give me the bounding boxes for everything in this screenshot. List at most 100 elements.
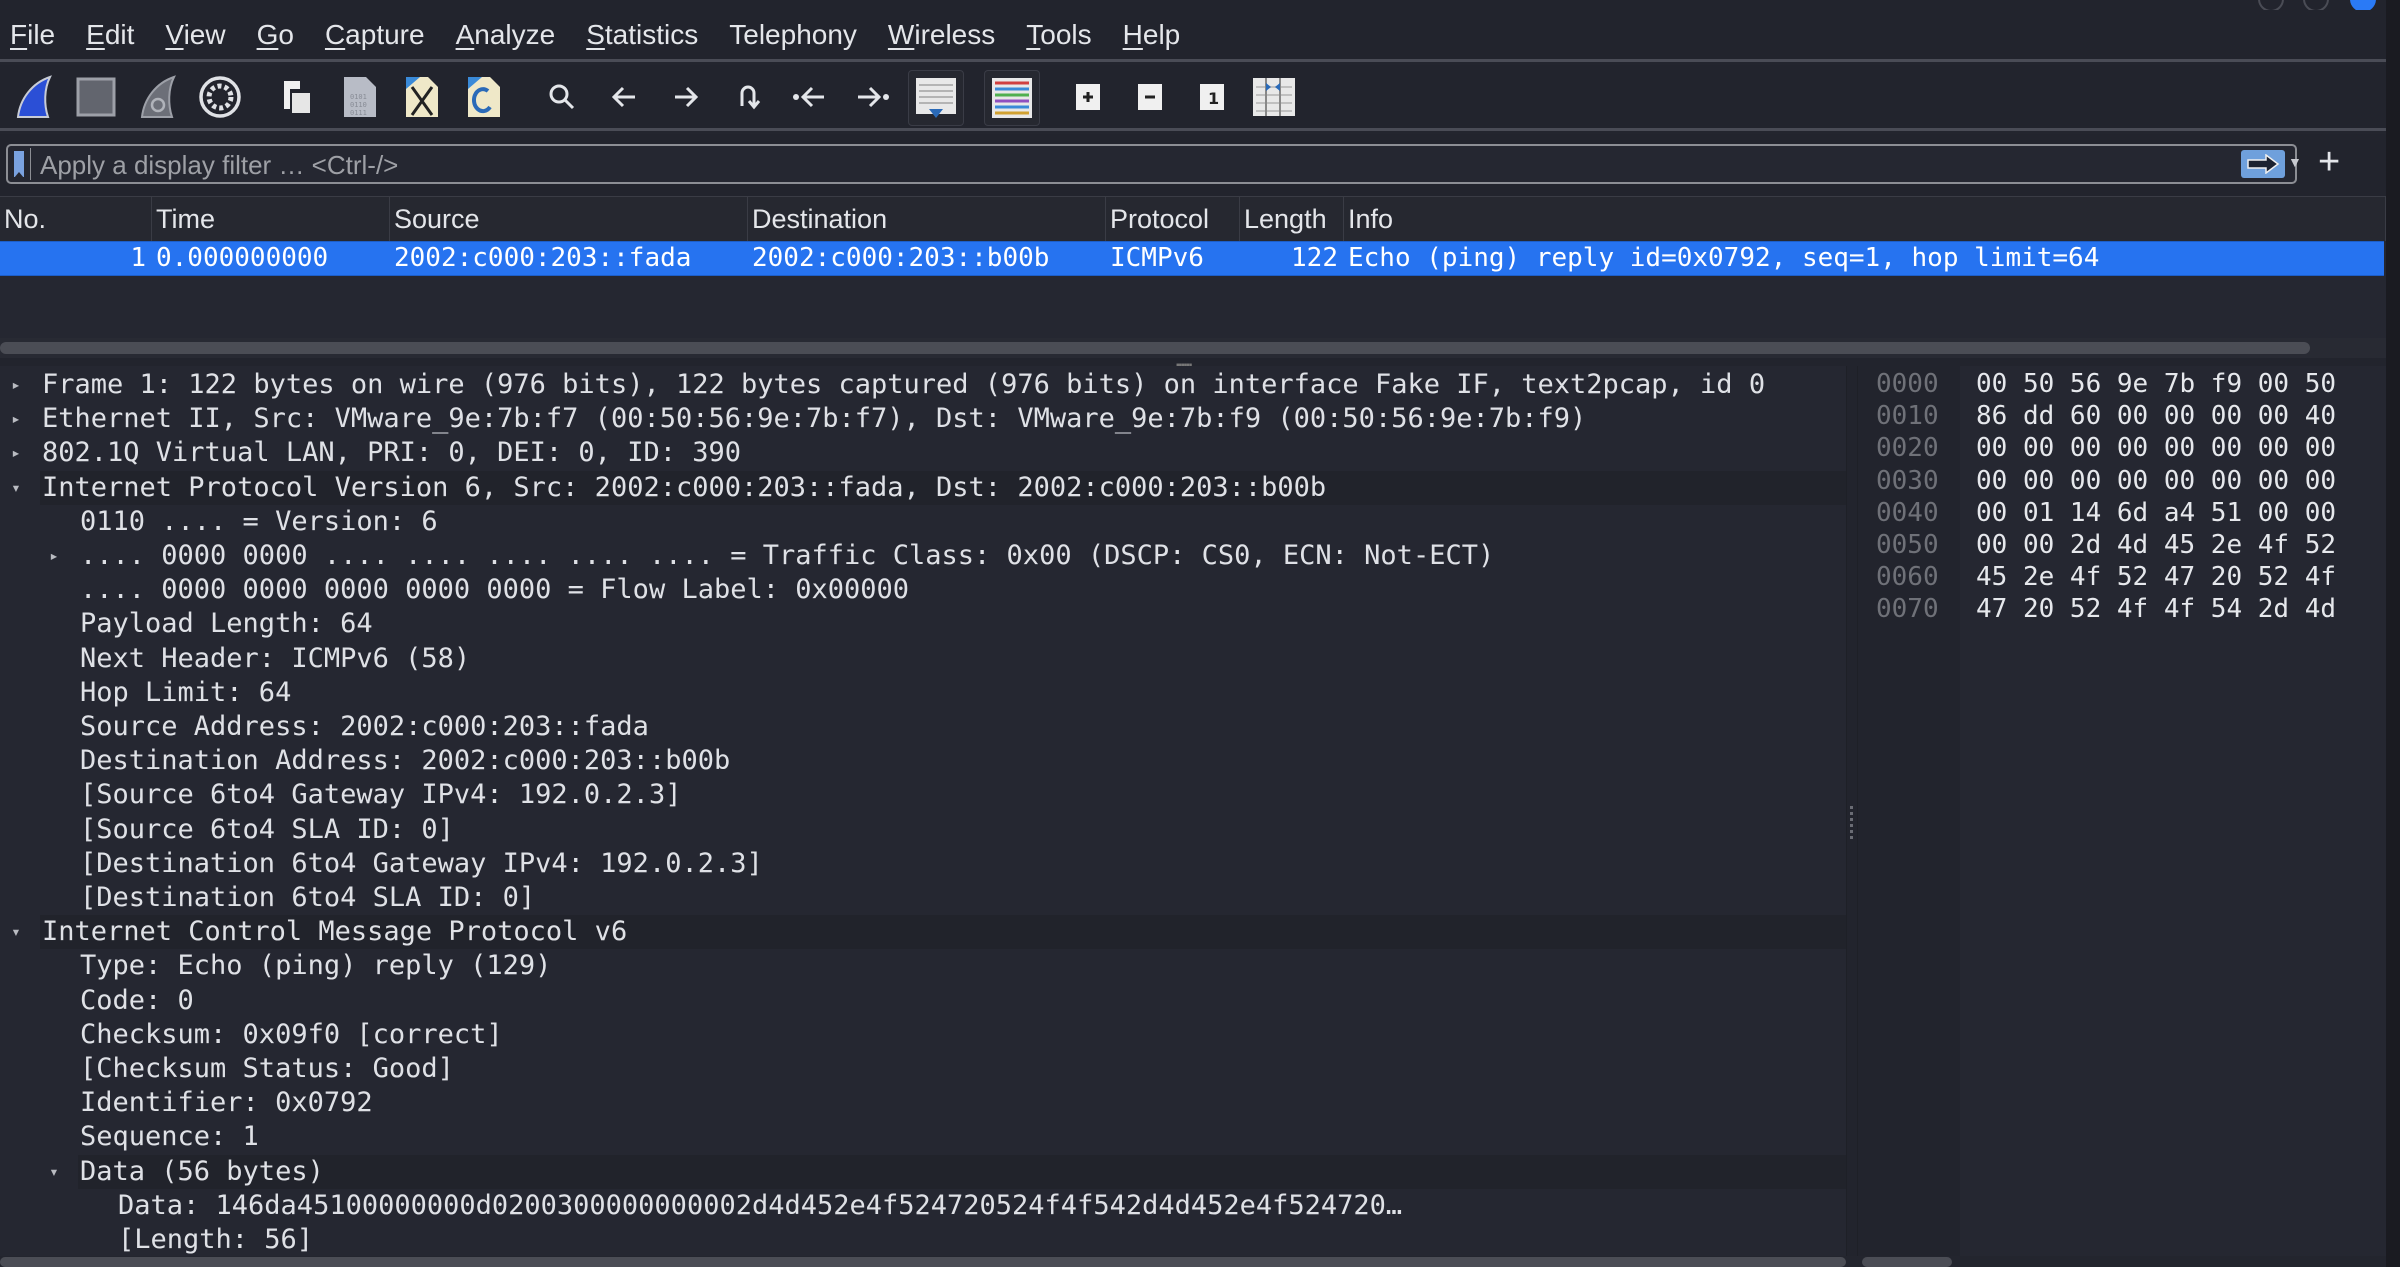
detail-row[interactable]: [Source 6to4 Gateway IPv4: 192.0.2.3] <box>0 778 1846 812</box>
go-to-packet-button[interactable] <box>726 75 770 119</box>
zoom-in-button[interactable] <box>1066 75 1110 119</box>
hex-bytes[interactable]: 45 2e 4f 52 47 20 52 4f <box>1976 561 2336 593</box>
title-bar <box>0 0 2400 12</box>
chevron-down-icon[interactable]: ▾ <box>6 471 26 505</box>
zoom-out-button[interactable] <box>1128 75 1172 119</box>
detail-text: [Destination 6to4 Gateway IPv4: 192.0.2.… <box>80 848 763 879</box>
detail-row[interactable]: Type: Echo (ping) reply (129) <box>0 949 1846 983</box>
hex-bytes[interactable]: 00 00 2d 4d 45 2e 4f 52 <box>1976 529 2336 561</box>
chevron-down-icon[interactable]: ▾ <box>6 915 26 949</box>
detail-row[interactable]: Payload Length: 64 <box>0 607 1846 641</box>
chevron-right-icon[interactable]: ▸ <box>6 368 26 402</box>
detail-row[interactable]: Destination Address: 2002:c000:203::b00b <box>0 744 1846 778</box>
display-filter-input[interactable] <box>38 148 2212 182</box>
detail-row[interactable]: Data: 146da45100000000d0200300000000002d… <box>0 1189 1846 1223</box>
chevron-right-icon[interactable]: ▸ <box>44 539 64 573</box>
hex-bytes[interactable]: 00 50 56 9e 7b f9 00 50 <box>1976 368 2336 400</box>
menu-go[interactable]: Go <box>253 19 298 51</box>
bytes-horizontal-scrollbar[interactable] <box>1862 1257 1952 1267</box>
autoscroll-button[interactable] <box>908 70 964 126</box>
detail-row[interactable]: [Checksum Status: Good] <box>0 1052 1846 1086</box>
start-capture-button[interactable] <box>12 75 56 119</box>
packet-list-horizontal-scrollbar[interactable] <box>0 342 2310 354</box>
cell-time: 0.000000000 <box>156 243 329 273</box>
detail-row[interactable]: ▾ Data (56 bytes) <box>49 1155 1846 1189</box>
hex-bytes[interactable]: 47 20 52 4f 4f 54 2d 4d <box>1976 593 2336 625</box>
normal-size-button[interactable]: 1 <box>1190 75 1234 119</box>
hex-bytes[interactable]: 00 01 14 6d a4 51 00 00 <box>1976 497 2336 529</box>
column-header-length[interactable]: Length <box>1240 197 1344 241</box>
find-packet-button[interactable] <box>540 75 584 119</box>
bookmark-icon[interactable] <box>14 151 24 178</box>
detail-row[interactable]: Code: 0 <box>0 984 1846 1018</box>
detail-row[interactable]: ▸ .... 0000 0000 .... .... .... .... ....… <box>0 539 1846 573</box>
detail-row[interactable]: ▸ 802.1Q Virtual LAN, PRI: 0, DEI: 0, ID:… <box>0 436 1846 470</box>
chevron-right-icon[interactable]: ▸ <box>6 402 26 436</box>
packet-list-header: No. Time Source Destination Protocol Length In… <box>0 196 2386 241</box>
packet-row[interactable]: 1 0.000000000 2002:c000:203::fada 2002:c000… <box>0 241 2384 276</box>
column-header-no[interactable]: No. <box>0 197 152 241</box>
stop-capture-button[interactable] <box>74 75 118 119</box>
apply-filter-button[interactable] <box>2241 150 2285 178</box>
detail-row[interactable]: [Source 6to4 SLA ID: 0] <box>0 813 1846 847</box>
go-back-button[interactable] <box>602 75 646 119</box>
hex-bytes[interactable]: 86 dd 60 00 00 00 00 40 <box>1976 400 2336 432</box>
menu-tools[interactable]: Tools <box>1022 19 1095 51</box>
menu-wireless[interactable]: Wireless <box>884 19 999 51</box>
detail-row[interactable]: [Length: 56] <box>0 1223 1846 1256</box>
close-file-button[interactable] <box>400 75 444 119</box>
details-horizontal-scrollbar[interactable] <box>0 1257 1846 1267</box>
column-header-info[interactable]: Info <box>1344 197 2386 241</box>
colorize-button[interactable] <box>984 70 1040 126</box>
menu-bar: File Edit View Go Capture Analyze Statistics Te… <box>0 10 2386 62</box>
column-header-destination[interactable]: Destination <box>748 197 1106 241</box>
detail-row[interactable]: Sequence: 1 <box>0 1120 1846 1154</box>
hex-bytes[interactable]: 00 00 00 00 00 00 00 00 <box>1976 465 2336 497</box>
menu-help[interactable]: Help <box>1119 19 1185 51</box>
detail-text: Frame 1: 122 bytes on wire (976 bits), 1… <box>42 369 1766 400</box>
detail-row[interactable]: ▾ Internet Control Message Protocol v6 <box>11 915 1846 949</box>
menu-view[interactable]: View <box>161 19 229 51</box>
capture-options-button[interactable] <box>198 75 242 119</box>
reload-file-button[interactable] <box>462 75 506 119</box>
detail-row[interactable]: Next Header: ICMPv6 (58) <box>0 642 1846 676</box>
menu-mnemonic: V <box>165 18 184 50</box>
column-header-protocol[interactable]: Protocol <box>1106 197 1240 241</box>
detail-row[interactable]: [Destination 6to4 SLA ID: 0] <box>0 881 1846 915</box>
detail-row[interactable]: Source Address: 2002:c000:203::fada <box>0 710 1846 744</box>
detail-text: Payload Length: 64 <box>80 608 373 639</box>
menu-capture[interactable]: Capture <box>321 19 429 51</box>
go-last-button[interactable] <box>850 75 894 119</box>
chevron-right-icon[interactable]: ▸ <box>6 436 26 470</box>
pane-splitter[interactable]: ▪▪▪▪▪▪ <box>0 358 2386 371</box>
column-header-source[interactable]: Source <box>390 197 748 241</box>
open-file-button[interactable] <box>276 75 320 119</box>
filter-history-dropdown[interactable]: ▼ <box>2288 154 2302 170</box>
menu-analyze[interactable]: Analyze <box>452 19 560 51</box>
save-file-button[interactable]: 0101 0110 0111 <box>338 75 382 119</box>
go-first-button[interactable] <box>788 75 832 119</box>
detail-row[interactable]: ▸ Ethernet II, Src: VMware_9e:7b:f7 (00:5… <box>0 402 1846 436</box>
menu-file[interactable]: File <box>6 19 59 51</box>
menu-edit[interactable]: Edit <box>82 19 138 51</box>
chevron-down-icon[interactable]: ▾ <box>44 1155 64 1189</box>
detail-row[interactable]: Hop Limit: 64 <box>0 676 1846 710</box>
detail-row[interactable]: ▾ Internet Protocol Version 6, Src: 2002:… <box>11 471 1846 505</box>
menu-telephony[interactable]: Telephony <box>725 19 861 51</box>
detail-row[interactable]: Identifier: 0x0792 <box>0 1086 1846 1120</box>
vertical-pane-splitter[interactable] <box>1846 366 1858 1256</box>
column-header-time[interactable]: Time <box>152 197 390 241</box>
add-filter-button[interactable]: + <box>2318 142 2340 182</box>
detail-row[interactable]: ▸ Frame 1: 122 bytes on wire (976 bits), … <box>0 368 1846 402</box>
arrow-first-icon <box>793 86 824 108</box>
go-forward-button[interactable] <box>664 75 708 119</box>
menu-statistics[interactable]: Statistics <box>582 19 702 51</box>
restart-capture-button[interactable] <box>136 75 180 119</box>
detail-row[interactable]: [Destination 6to4 Gateway IPv4: 192.0.2.… <box>0 847 1846 881</box>
detail-row[interactable]: .... 0000 0000 0000 0000 0000 = Flow Lab… <box>0 573 1846 607</box>
hex-bytes[interactable]: 00 00 00 00 00 00 00 00 <box>1976 432 2336 464</box>
detail-row[interactable]: Checksum: 0x09f0 [correct] <box>0 1018 1846 1052</box>
resize-columns-button[interactable] <box>1252 75 1296 119</box>
menu-label: iew <box>183 18 226 50</box>
detail-row[interactable]: 0110 .... = Version: 6 <box>0 505 1846 539</box>
